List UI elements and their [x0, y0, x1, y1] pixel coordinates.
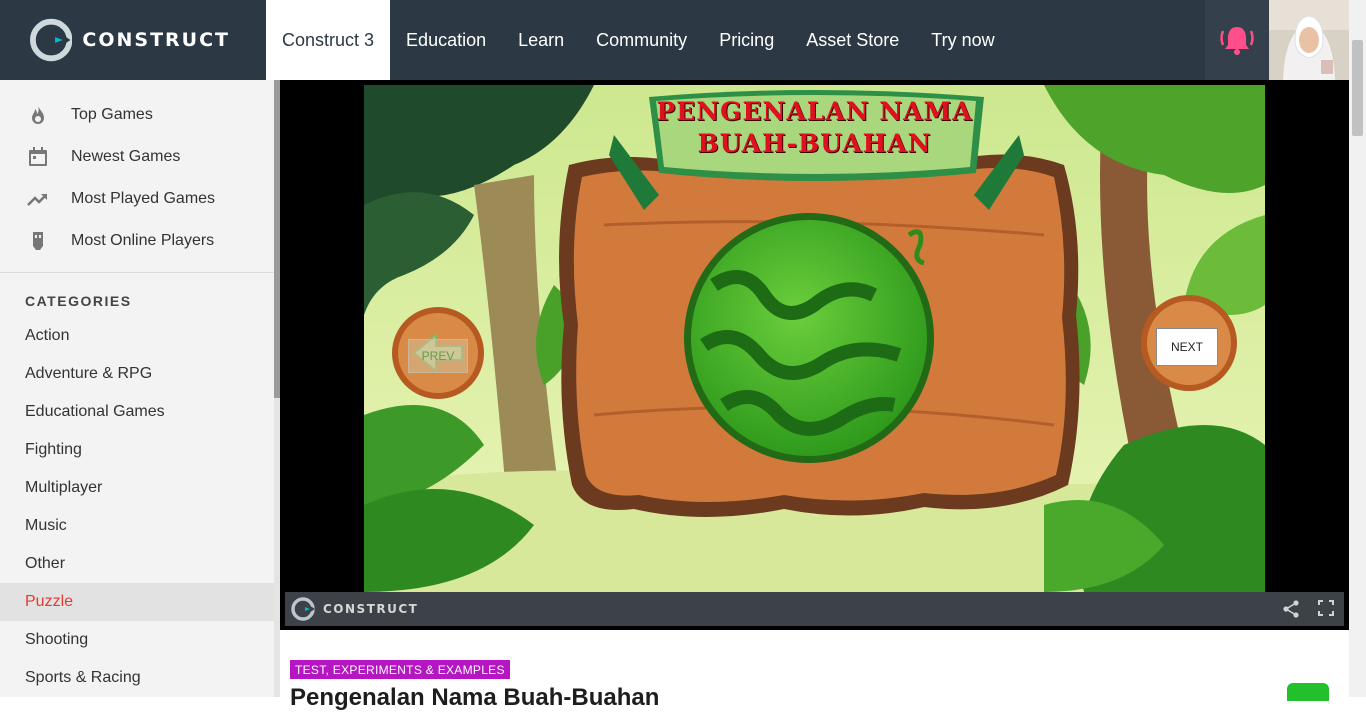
share-icon[interactable]	[1282, 600, 1300, 618]
flame-icon	[32, 105, 44, 124]
page-scrollbar-thumb[interactable]	[1352, 40, 1363, 136]
category-multiplayer[interactable]: Multiplayer	[0, 469, 274, 507]
nav-pricing[interactable]: Pricing	[703, 0, 790, 80]
sidebar-item-most-played[interactable]: Most Played Games	[0, 178, 274, 220]
page-scrollbar[interactable]	[1349, 0, 1366, 697]
notifications-button[interactable]	[1205, 0, 1269, 80]
category-adventure-rpg[interactable]: Adventure & RPG	[0, 355, 274, 393]
categories-heading: CATEGORIES	[25, 293, 132, 309]
sidebar-item-label: Top Games	[71, 106, 153, 123]
nav-try-now[interactable]: Try now	[915, 0, 1010, 80]
construct-logo[interactable]: CONSTRUCT	[30, 18, 230, 62]
construct-logo-icon	[291, 597, 315, 621]
sidebar-item-label: Most Played Games	[71, 190, 216, 207]
game-canvas[interactable]: PENGENALAN NAMA BUAH-BUAHAN PREV NEXT	[364, 85, 1265, 592]
brand-name: CONSTRUCT	[82, 29, 230, 51]
webcam-overlay	[1269, 0, 1349, 80]
category-shooting[interactable]: Shooting	[0, 621, 274, 659]
player-brand-name: CONSTRUCT	[323, 602, 419, 616]
player-controls	[1282, 600, 1334, 618]
category-fighting[interactable]: Fighting	[0, 431, 274, 469]
quick-links: Top Games Newest Games Most Played Games…	[0, 80, 274, 262]
sidebar-item-most-online[interactable]: Most Online Players	[0, 220, 274, 262]
jungle-background	[364, 85, 1265, 592]
sidebar: Top Games Newest Games Most Played Games…	[0, 80, 274, 697]
top-navigation-bar: CONSTRUCT Construct 3 Education Learn Co…	[0, 0, 1366, 80]
play-button[interactable]	[1287, 683, 1329, 701]
bell-icon	[1220, 27, 1254, 55]
next-button[interactable]: NEXT	[1156, 328, 1218, 366]
nav-asset-store[interactable]: Asset Store	[790, 0, 915, 80]
game-page-title: Pengenalan Nama Buah-Buahan	[290, 684, 660, 711]
nav-learn[interactable]: Learn	[502, 0, 580, 80]
sidebar-item-label: Newest Games	[71, 148, 181, 165]
nav-education[interactable]: Education	[390, 0, 502, 80]
fullscreen-icon[interactable]	[1318, 600, 1334, 616]
calendar-icon	[29, 147, 47, 166]
nav-construct-3[interactable]: Construct 3	[266, 0, 391, 80]
category-educational-games[interactable]: Educational Games	[0, 393, 274, 431]
construct-logo-icon	[30, 18, 73, 62]
nav-community[interactable]: Community	[580, 0, 703, 80]
category-action[interactable]: Action	[0, 317, 274, 355]
category-other[interactable]: Other	[0, 545, 274, 583]
game-player: PENGENALAN NAMA BUAH-BUAHAN PREV NEXT CO…	[280, 80, 1349, 630]
category-music[interactable]: Music	[0, 507, 274, 545]
person-avatar-icon	[1269, 0, 1349, 80]
sidebar-item-label: Most Online Players	[71, 232, 215, 249]
game-title-line-2: BUAH-BUAHAN	[697, 129, 932, 158]
sidebar-item-newest-games[interactable]: Newest Games	[0, 136, 274, 178]
controller-icon	[33, 232, 43, 250]
sidebar-item-top-games[interactable]: Top Games	[0, 94, 274, 136]
main-nav: Construct 3 Education Learn Community Pr…	[266, 0, 1011, 80]
prev-button[interactable]: PREV	[408, 339, 468, 373]
game-player-footer: CONSTRUCT	[285, 592, 1344, 626]
trending-up-icon	[27, 194, 47, 206]
game-title-line-1: PENGENALAN NAMA	[656, 97, 973, 126]
category-sports-racing[interactable]: Sports & Racing	[0, 659, 274, 697]
category-tag[interactable]: TEST, EXPERIMENTS & EXAMPLES	[290, 660, 510, 679]
player-construct-logo[interactable]: CONSTRUCT	[291, 597, 418, 621]
category-puzzle[interactable]: Puzzle	[0, 583, 274, 621]
